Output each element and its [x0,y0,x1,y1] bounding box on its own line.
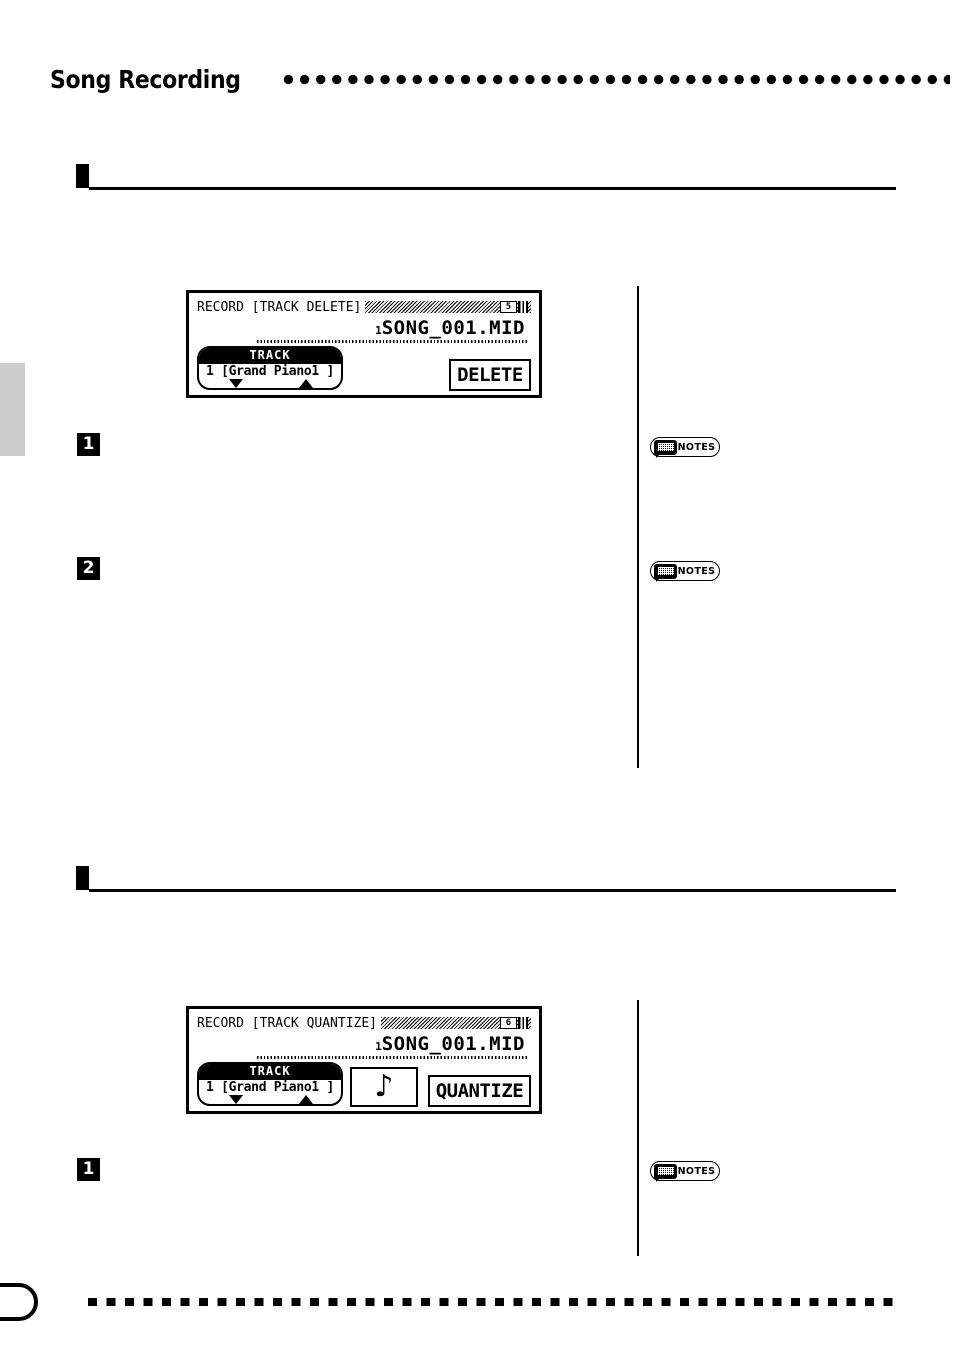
up-arrow-icon[interactable] [299,379,313,388]
notes-badge-label: NOTES [677,1165,716,1177]
lcd-track-label: TRACK [199,1064,341,1080]
lcd-quantize-button[interactable]: QUANTIZE [428,1075,531,1107]
column-divider-upper [637,286,639,768]
lcd-delete-button[interactable]: DELETE [449,359,531,391]
lcd-title-row: RECORD [TRACK DELETE] 5 [197,299,531,315]
footer-dashed-rule [88,1298,898,1306]
section-rule-line [89,187,896,190]
lcd-track-arrows [199,1095,341,1104]
up-arrow-icon[interactable] [299,1095,313,1104]
notes-badge-label: NOTES [677,441,716,453]
lcd-title-hatch: 5 [365,301,531,313]
page-header: Song Recording [50,58,950,100]
lcd-controls-row: TRACK 1 [Grand Piano1 ] ♪ QUANTIZE [197,1062,531,1107]
lcd-song-name: SONG_001.MID [381,1033,525,1055]
lcd-scroll-bars-icon [518,1017,528,1029]
notes-bubble-icon [654,439,677,458]
lcd-page-indicator: 6 [500,1017,517,1029]
lcd-note-value-box[interactable]: ♪ [350,1067,418,1107]
lcd-song-number: 1 [375,324,382,337]
lcd-title-text: RECORD [TRACK QUANTIZE] [197,1015,378,1031]
lcd-song-line: 1SONG_001.MID [197,317,531,339]
lcd-track-selector[interactable]: TRACK 1 [Grand Piano1 ] [197,1062,343,1106]
page-number-tab [0,1283,38,1321]
notes-icon-grid [657,567,674,575]
eighth-note-icon: ♪ [374,1069,394,1104]
notes-icon-grid [657,1167,674,1175]
lcd-title-row: RECORD [TRACK QUANTIZE] 6 [197,1015,531,1031]
lcd-controls-row: TRACK 1 [Grand Piano1 ] DELETE [197,346,531,391]
manual-page: Song Recording RECORD [TRACK DELETE] 5 1… [0,0,954,1349]
notes-badge-3: NOTES [650,1161,720,1182]
lcd-scroll-bars-icon [518,301,528,313]
notes-icon-grid [657,443,674,451]
lcd-track-arrows [199,379,341,388]
lcd-page-indicator: 5 [500,301,517,313]
section-rule-block [76,866,89,890]
lcd-screen-track-quantize: RECORD [TRACK QUANTIZE] 6 1SONG_001.MID … [186,1006,542,1114]
lcd-song-line: 1SONG_001.MID [197,1033,531,1055]
lcd-title-text: RECORD [TRACK DELETE] [197,299,362,315]
step-marker-3: 1 [77,1158,100,1181]
section-heading-rule-track-quantize [76,866,896,892]
lcd-inner-track-quantize: RECORD [TRACK QUANTIZE] 6 1SONG_001.MID … [189,1009,539,1111]
lcd-song-dot-rule [257,340,527,343]
page-title: Song Recording [50,64,241,94]
column-divider-lower [637,1000,639,1256]
notes-bubble-icon [654,563,677,582]
section-rule-line [89,889,896,892]
lcd-title-hatch: 6 [381,1017,531,1029]
notes-badge-label: NOTES [677,565,716,577]
notes-bubble-icon [654,1163,677,1182]
lcd-track-label: TRACK [199,348,341,364]
notes-badge-1: NOTES [650,437,720,458]
lcd-track-value: 1 [Grand Piano1 ] [206,364,334,379]
lcd-screen-track-delete: RECORD [TRACK DELETE] 5 1SONG_001.MID TR… [186,290,542,398]
step-marker-2: 2 [77,557,100,580]
header-dot-rule [282,73,950,85]
chapter-thumb-tab [0,363,25,456]
step-marker-1: 1 [77,433,100,456]
down-arrow-icon[interactable] [229,1095,243,1104]
lcd-inner-track-delete: RECORD [TRACK DELETE] 5 1SONG_001.MID TR… [189,293,539,395]
lcd-track-value: 1 [Grand Piano1 ] [206,1080,334,1095]
lcd-track-selector[interactable]: TRACK 1 [Grand Piano1 ] [197,346,343,390]
lcd-song-name: SONG_001.MID [381,317,525,339]
section-heading-rule-track-delete [76,164,896,190]
section-rule-block [76,164,89,188]
lcd-song-number: 1 [375,1040,382,1053]
down-arrow-icon[interactable] [229,379,243,388]
notes-badge-2: NOTES [650,561,720,582]
lcd-song-dot-rule [257,1056,527,1059]
